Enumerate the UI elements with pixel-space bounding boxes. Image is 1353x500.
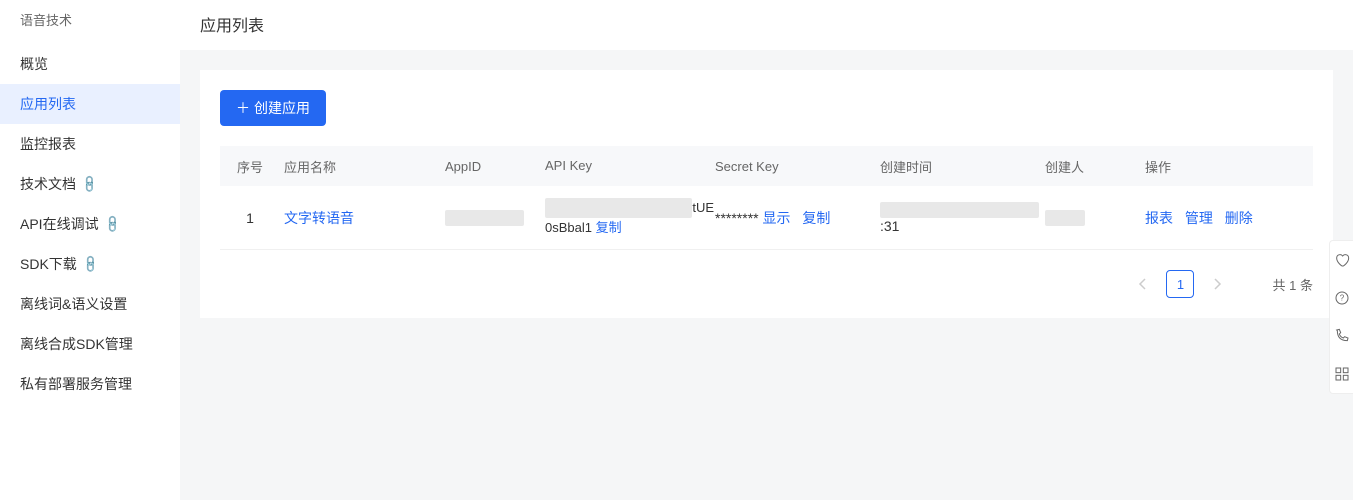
create-button-label: 创建应用: [254, 98, 310, 118]
sidebar-item-label: 离线合成SDK管理: [20, 334, 133, 354]
float-grid-button[interactable]: [1330, 355, 1353, 393]
create-app-button[interactable]: ＋ 创建应用: [220, 90, 326, 126]
sidebar-item-label: 离线词&语义设置: [20, 294, 127, 314]
page-title: 应用列表: [180, 0, 1353, 50]
appid-redacted: ████████: [445, 210, 524, 226]
sidebar-item-label: 私有部署服务管理: [20, 374, 132, 394]
cell-time: ████████████████:31: [880, 202, 1045, 234]
grid-icon: [1334, 366, 1350, 382]
header-time: 创建时间: [880, 157, 1045, 176]
cell-apikey: ████████████████tUE0sBbal1 复制: [545, 198, 715, 237]
action-report-link[interactable]: 报表: [1145, 210, 1173, 226]
main-content: 应用列表 ＋ 创建应用 序号 应用名称 AppID API Key Secret…: [180, 0, 1353, 500]
phone-icon: [1334, 328, 1350, 344]
sidebar-item-label: 技术文档: [20, 174, 76, 194]
cell-secret: ******** 显示 复制: [715, 208, 880, 228]
external-link-icon: 🔗: [80, 254, 100, 274]
chevron-right-icon: [1214, 278, 1222, 290]
float-help-button[interactable]: ?: [1330, 279, 1353, 317]
header-seq: 序号: [220, 157, 280, 176]
sidebar-item-monitor[interactable]: 监控报表: [0, 124, 180, 164]
secret-show-link[interactable]: 显示: [762, 210, 790, 226]
content-panel: ＋ 创建应用 序号 应用名称 AppID API Key Secret Key …: [200, 70, 1333, 318]
apikey-copy-link[interactable]: 复制: [596, 220, 622, 235]
svg-text:?: ?: [1339, 294, 1344, 303]
action-manage-link[interactable]: 管理: [1185, 210, 1213, 226]
sidebar-item-sdk[interactable]: SDK下载 🔗: [0, 244, 180, 284]
creator-redacted: ████: [1045, 210, 1085, 226]
float-phone-button[interactable]: [1330, 317, 1353, 355]
float-toolbar: ?: [1329, 240, 1353, 394]
time-redacted: ████████████████: [880, 202, 1039, 218]
app-name-link[interactable]: 文字转语音: [284, 210, 354, 226]
action-delete-link[interactable]: 删除: [1225, 210, 1253, 226]
time-suffix: :31: [880, 218, 899, 234]
page-prev-button[interactable]: [1128, 270, 1156, 298]
app-table: 序号 应用名称 AppID API Key Secret Key 创建时间 创建…: [220, 146, 1313, 250]
plus-icon: ＋: [236, 98, 250, 118]
sidebar-item-label: API在线调试: [20, 214, 99, 234]
cell-seq: 1: [220, 210, 280, 226]
sidebar-item-label: 监控报表: [20, 134, 76, 154]
sidebar-title: 语音技术: [0, 10, 180, 44]
sidebar-item-private-deploy[interactable]: 私有部署服务管理: [0, 364, 180, 404]
float-heart-button[interactable]: [1330, 241, 1353, 279]
page-number-current[interactable]: 1: [1166, 270, 1194, 298]
secret-copy-link[interactable]: 复制: [802, 210, 830, 226]
sidebar-item-offline-words[interactable]: 离线词&语义设置: [0, 284, 180, 324]
external-link-icon: 🔗: [79, 174, 99, 194]
table-row: 1 文字转语音 ████████ ████████████████tUE0sBb…: [220, 186, 1313, 250]
header-name: 应用名称: [280, 157, 445, 176]
sidebar-item-overview[interactable]: 概览: [0, 44, 180, 84]
header-actions: 操作: [1145, 157, 1313, 176]
header-appid: AppID: [445, 159, 545, 174]
sidebar-item-docs[interactable]: 技术文档 🔗: [0, 164, 180, 204]
heart-icon: [1334, 252, 1350, 268]
sidebar-item-label: SDK下载: [20, 254, 77, 274]
header-apikey: API Key: [545, 156, 715, 176]
apikey-redacted: ████████████████: [545, 198, 692, 218]
external-link-icon: 🔗: [102, 214, 122, 234]
pagination: 1 共 1 条: [220, 270, 1313, 298]
sidebar-item-offline-sdk[interactable]: 离线合成SDK管理: [0, 324, 180, 364]
sidebar-item-api-debug[interactable]: API在线调试 🔗: [0, 204, 180, 244]
help-icon: ?: [1334, 290, 1350, 306]
header-secret: Secret Key: [715, 159, 880, 174]
cell-actions: 报表 管理 删除: [1145, 208, 1313, 228]
sidebar: 语音技术 概览 应用列表 监控报表 技术文档 🔗 API在线调试 🔗 SDK下载…: [0, 0, 180, 500]
chevron-left-icon: [1138, 278, 1146, 290]
header-creator: 创建人: [1045, 157, 1145, 176]
sidebar-item-label: 概览: [20, 54, 48, 74]
table-header: 序号 应用名称 AppID API Key Secret Key 创建时间 创建…: [220, 146, 1313, 186]
page-total: 共 1 条: [1272, 275, 1313, 294]
sidebar-item-label: 应用列表: [20, 94, 76, 114]
sidebar-item-app-list[interactable]: 应用列表: [0, 84, 180, 124]
page-next-button[interactable]: [1204, 270, 1232, 298]
secret-masked: ********: [715, 210, 759, 226]
